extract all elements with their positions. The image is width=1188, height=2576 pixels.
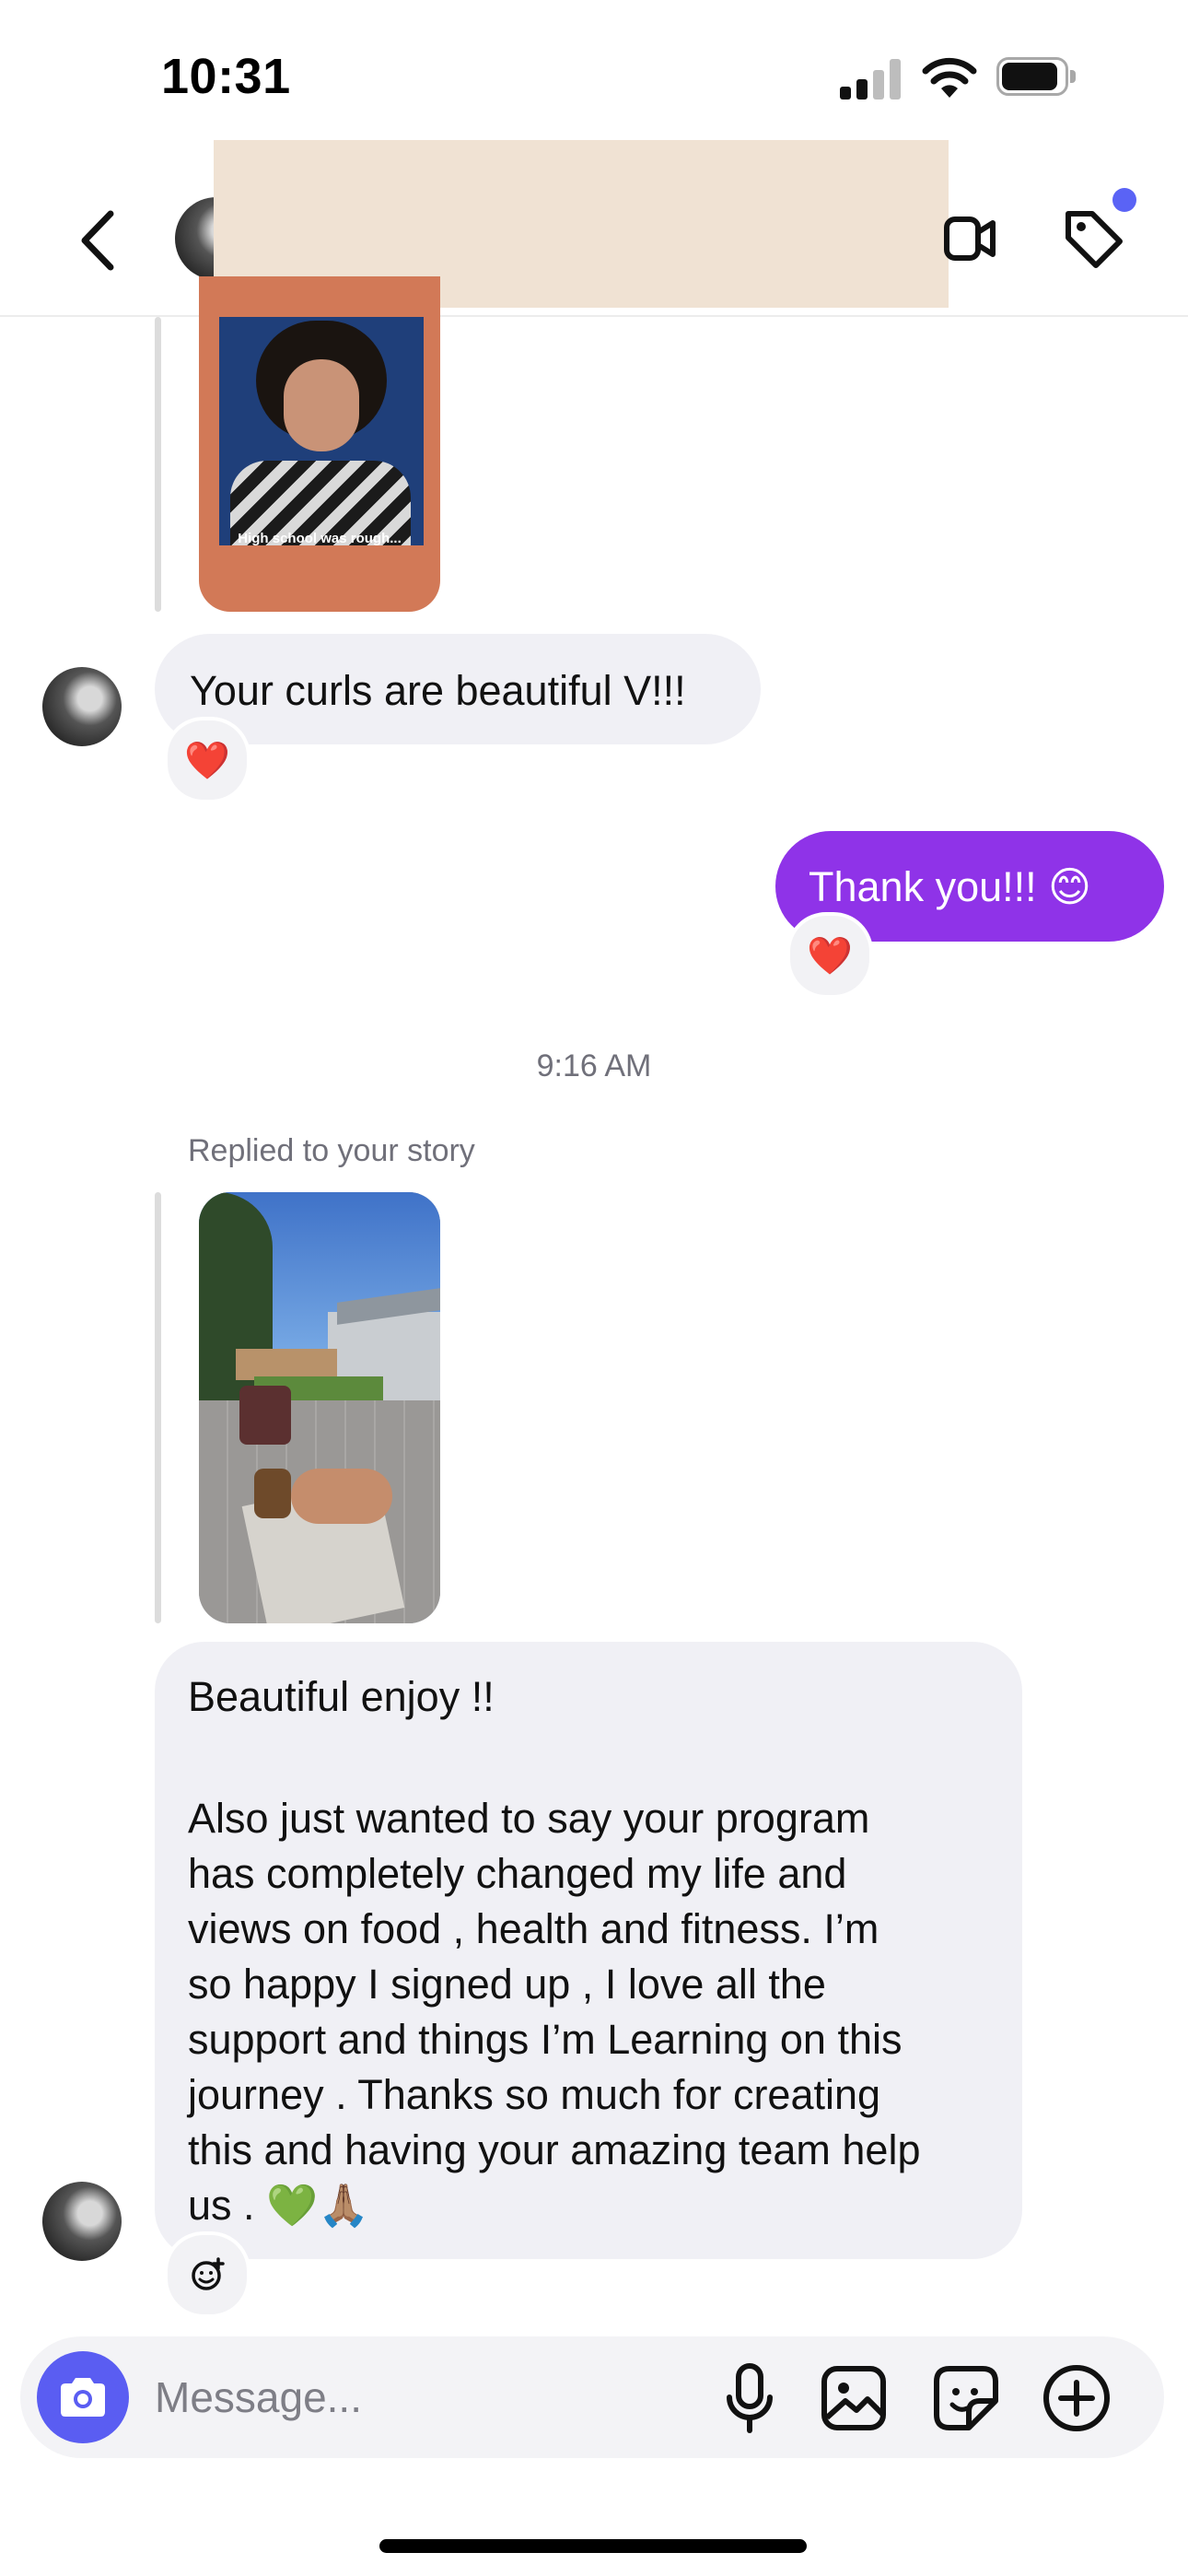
gallery-icon[interactable] xyxy=(820,2364,888,2432)
reaction-heart[interactable]: ❤️ xyxy=(164,717,250,803)
reaction-heart[interactable]: ❤️ xyxy=(786,912,873,999)
story-thumbnail[interactable] xyxy=(199,1192,440,1623)
microphone-icon[interactable] xyxy=(722,2362,777,2436)
camera-icon xyxy=(61,2378,105,2417)
add-icon[interactable] xyxy=(1041,2362,1112,2434)
add-reaction-button[interactable] xyxy=(164,2231,250,2318)
notification-dot xyxy=(1112,188,1136,212)
message-text: Your curls are beautiful V!!! xyxy=(190,667,686,714)
home-indicator[interactable] xyxy=(379,2539,807,2553)
sender-avatar[interactable] xyxy=(42,667,122,746)
cellular-signal-icon xyxy=(840,59,903,100)
message-timestamp: 9:16 AM xyxy=(536,1048,652,1083)
tag-icon[interactable] xyxy=(1061,206,1125,271)
sender-avatar[interactable] xyxy=(42,2182,122,2261)
sticker-icon[interactable] xyxy=(932,2364,1000,2432)
message-input[interactable] xyxy=(155,2364,670,2430)
message-text: Thank you!!! 😊 xyxy=(809,863,1092,910)
story-thumbnail[interactable]: High school was rough... xyxy=(199,276,440,612)
story-caption: High school was rough... xyxy=(238,531,402,546)
status-time: 10:31 xyxy=(161,49,291,104)
replied-to-story-label: Replied to your story xyxy=(188,1133,475,1168)
video-call-icon[interactable] xyxy=(943,210,998,267)
incoming-message-bubble[interactable]: Beautiful enjoy !! Also just wanted to s… xyxy=(155,1642,1022,2259)
story-reply-line xyxy=(155,1192,161,1623)
wifi-icon xyxy=(922,57,977,98)
message-text-body: Also just wanted to say your program has… xyxy=(188,1795,921,2229)
message-text-line1: Beautiful enjoy !! xyxy=(188,1673,495,1720)
camera-button[interactable] xyxy=(37,2351,129,2443)
add-reaction-icon xyxy=(192,2257,225,2290)
incoming-message-bubble[interactable]: Your curls are beautiful V!!! xyxy=(155,634,761,744)
story-reply-line xyxy=(155,317,161,612)
header-divider xyxy=(0,315,1188,317)
back-icon[interactable] xyxy=(77,208,118,273)
battery-icon xyxy=(996,57,1077,100)
